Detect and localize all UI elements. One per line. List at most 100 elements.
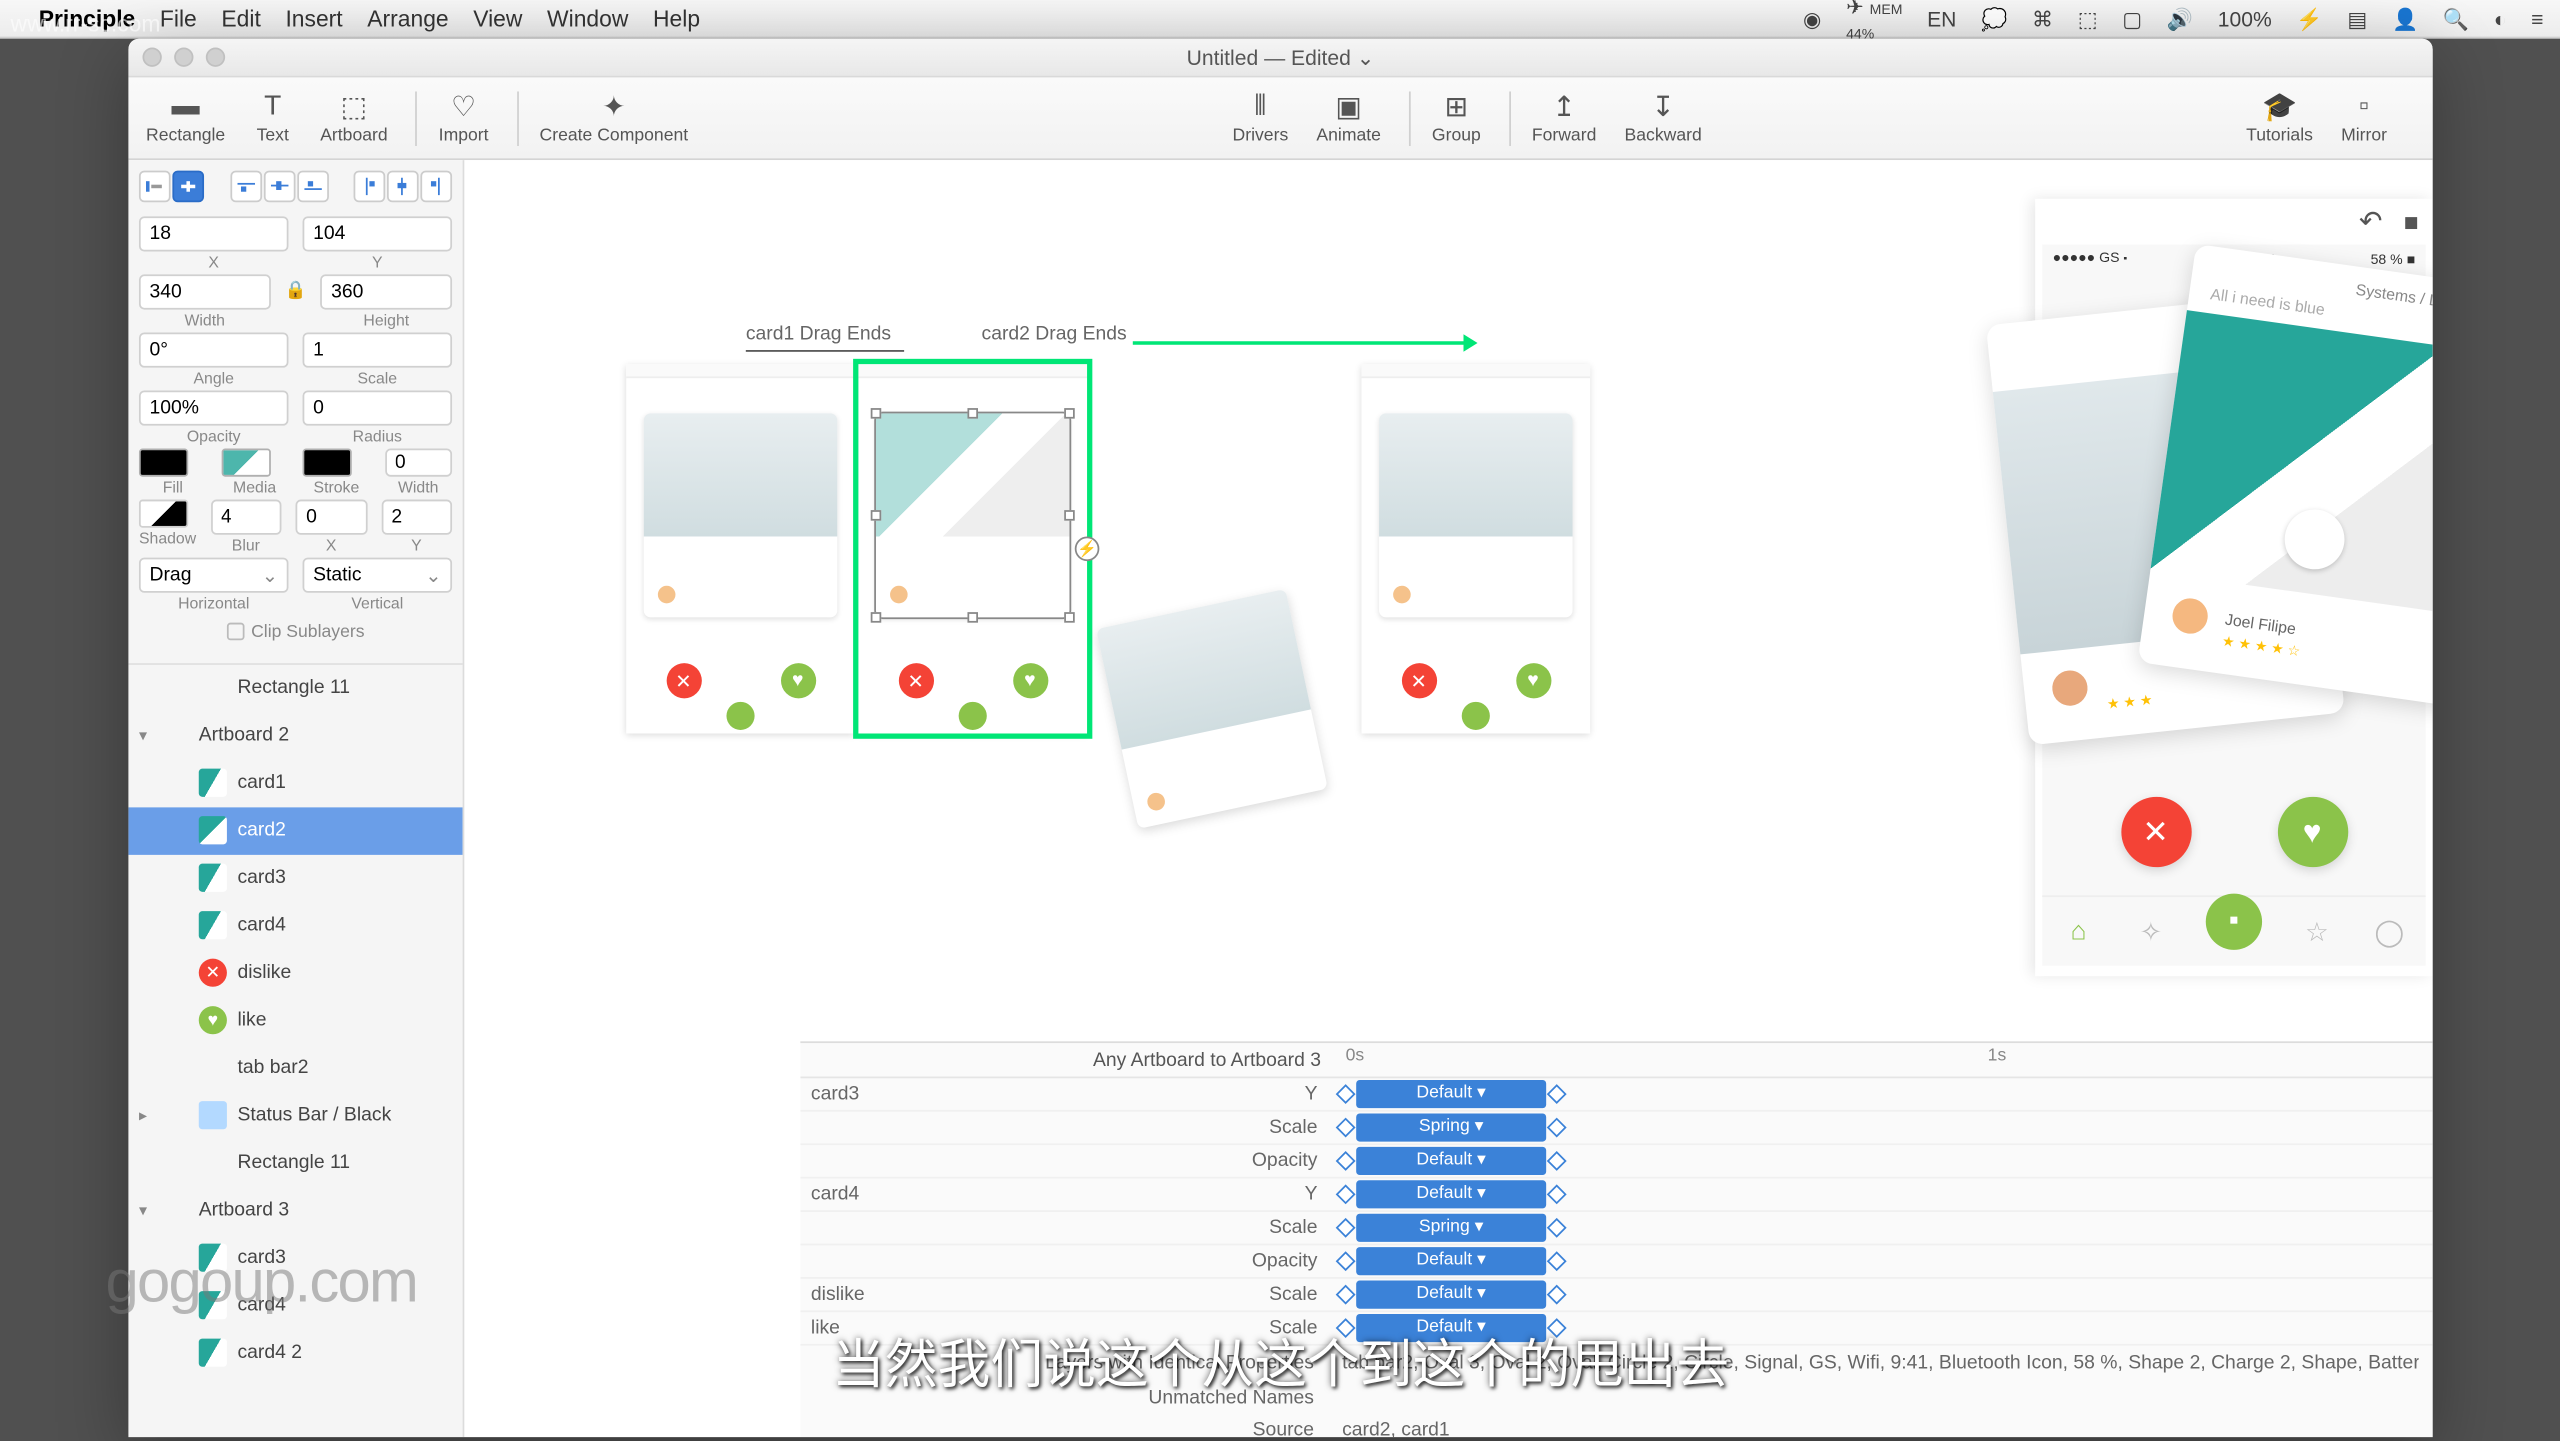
layer-row[interactable]: card2 <box>128 807 462 854</box>
layer-row[interactable]: card1 <box>128 760 462 807</box>
align-distribute-group[interactable] <box>230 171 329 203</box>
tab-home-icon[interactable]: ⌂ <box>2061 914 2096 949</box>
layer-row[interactable]: ▸Status Bar / Black <box>128 1092 462 1139</box>
menu-file[interactable]: File <box>160 5 197 31</box>
tab-explore-icon[interactable]: ✧ <box>2133 914 2168 949</box>
tool-text[interactable]: TText <box>253 91 292 146</box>
record-icon[interactable]: ◉ <box>1803 6 1821 31</box>
watermark-url: www.rr-sc.com <box>11 11 161 37</box>
timeline-ruler[interactable]: 0s 1s 2s <box>1346 1043 2433 1076</box>
preview-device[interactable]: ●●●●● GS ⬝ 9:41 AM 58 % ■ ★ ★ ★ Systems … <box>2042 245 2425 966</box>
preview-panel: ↶ ■ ●●●●● GS ⬝ 9:41 AM 58 % ■ ★ ★ ★ <box>2035 199 2433 976</box>
artboard-1[interactable]: ✕♥ <box>626 364 855 733</box>
tool-tutorials[interactable]: 🎓Tutorials <box>2246 91 2313 146</box>
input-opacity[interactable] <box>139 390 289 425</box>
input-shadow-x[interactable] <box>296 500 367 535</box>
pv-like-button[interactable]: ♥ <box>2277 797 2347 867</box>
input-angle[interactable] <box>139 332 289 367</box>
input-radius[interactable] <box>303 390 453 425</box>
timeline-row[interactable]: OpacityDefault ▾ <box>800 1245 2432 1278</box>
timeline-row[interactable]: card3YDefault ▾ <box>800 1078 2432 1111</box>
input-shadow-y[interactable] <box>381 500 452 535</box>
layer-row[interactable]: tab bar2 <box>128 1045 462 1092</box>
layer-row[interactable]: ♥like <box>128 997 462 1044</box>
menu-insert[interactable]: Insert <box>285 5 342 31</box>
layer-row[interactable]: ▾Artboard 3 <box>128 1187 462 1234</box>
wifi-icon[interactable]: ⬚ <box>2078 6 2098 31</box>
input-height[interactable] <box>321 274 453 309</box>
siri-icon[interactable]: ◐ <box>2494 6 2507 31</box>
tool-create-component[interactable]: ✦Create Component <box>517 91 689 146</box>
tool-rectangle[interactable]: ▬Rectangle <box>146 91 225 146</box>
mem-indicator[interactable]: ✈ MEM44% <box>1846 0 1902 43</box>
artboard-3[interactable]: ✕♥ <box>1361 364 1590 733</box>
media-swatch[interactable] <box>221 449 270 477</box>
pv-dislike-button[interactable]: ✕ <box>2120 797 2190 867</box>
selected-card2[interactable] <box>876 413 1069 617</box>
menu-arrange[interactable]: Arrange <box>367 5 448 31</box>
input-y[interactable] <box>303 216 453 251</box>
lightning-icon[interactable]: ⚡ <box>1075 536 1100 561</box>
tool-group[interactable]: ⊞Group <box>1409 91 1481 146</box>
layer-row[interactable]: card3 <box>128 855 462 902</box>
notification-icon[interactable]: ≡ <box>2531 6 2543 31</box>
timeline-row[interactable]: dislikeScaleDefault ▾ <box>800 1279 2432 1312</box>
volume-icon[interactable]: 🔊 <box>2167 6 2193 31</box>
cloud-icon[interactable]: 💭 <box>1981 6 2007 31</box>
floating-card[interactable] <box>1096 589 1328 829</box>
tool-artboard[interactable]: ⬚Artboard <box>320 91 387 146</box>
arrowhead-icon <box>1463 334 1477 352</box>
display-icon[interactable]: ▢ <box>2122 6 2142 31</box>
tray-icon-1[interactable]: ▤ <box>2347 6 2367 31</box>
tool-mirror[interactable]: ▫Mirror <box>2341 91 2387 146</box>
record-icon[interactable]: ■ <box>2404 208 2419 236</box>
input-x[interactable] <box>139 216 289 251</box>
tool-import[interactable]: ♡Import <box>416 91 489 146</box>
stroke-swatch[interactable] <box>303 449 352 477</box>
layer-row[interactable]: ▾Artboard 2 <box>128 712 462 759</box>
timeline-row[interactable]: ScaleSpring ▾ <box>800 1212 2432 1245</box>
window-title: Untitled — Edited ⌄ <box>1187 45 1375 70</box>
align-vertical-group[interactable] <box>354 171 453 203</box>
layer-row[interactable]: card4 <box>128 902 462 949</box>
timeline-row[interactable]: card4YDefault ▾ <box>800 1179 2432 1212</box>
fill-swatch[interactable] <box>139 449 188 477</box>
layer-row[interactable]: Rectangle 11 <box>128 1140 462 1187</box>
shadow-swatch[interactable] <box>139 500 188 528</box>
align-horizontal-group[interactable] <box>139 171 204 203</box>
bt-icon[interactable]: ⌘ <box>2032 6 2053 31</box>
select-horizontal[interactable]: Drag <box>139 558 289 593</box>
tab-profile-icon[interactable]: ◯ <box>2372 914 2407 949</box>
tool-drivers[interactable]: ⦀Drivers <box>1233 91 1289 146</box>
menu-help[interactable]: Help <box>653 5 700 31</box>
input-stroke-width[interactable] <box>384 449 452 477</box>
select-vertical[interactable]: Static <box>303 558 453 593</box>
user-icon[interactable]: 👤 <box>2392 6 2418 31</box>
tab-star-icon[interactable]: ☆ <box>2299 914 2334 949</box>
menu-edit[interactable]: Edit <box>221 5 260 31</box>
input-blur[interactable] <box>210 500 281 535</box>
layer-row[interactable]: Rectangle 11 <box>128 665 462 712</box>
rewind-icon[interactable]: ↶ <box>2359 204 2383 239</box>
menu-view[interactable]: View <box>473 5 522 31</box>
tool-forward[interactable]: ↥Forward <box>1509 91 1596 146</box>
artboard-2[interactable]: ⚡ ✕♥ <box>858 364 1087 733</box>
tool-backward[interactable]: ↧Backward <box>1625 91 1702 146</box>
tab-video-icon[interactable]: ▪ <box>2206 893 2262 949</box>
canvas[interactable]: card1 Drag Ends card2 Drag Ends ✕♥ <box>464 160 2432 1437</box>
input-width[interactable] <box>139 274 271 309</box>
layer-row[interactable]: card4 2 <box>128 1330 462 1377</box>
lock-aspect-icon[interactable]: 🔒 <box>285 274 307 300</box>
tool-animate[interactable]: ▣Animate <box>1316 91 1381 146</box>
search-icon[interactable]: 🔍 <box>2443 6 2469 31</box>
dislike-icon: ✕ <box>666 663 701 698</box>
menu-window[interactable]: Window <box>547 5 628 31</box>
lang-indicator[interactable]: EN <box>1927 6 1956 31</box>
battery-indicator[interactable]: 100% <box>2218 6 2272 31</box>
traffic-lights[interactable] <box>142 47 225 66</box>
clip-sublayers[interactable]: Clip Sublayers <box>139 623 452 642</box>
input-scale[interactable] <box>303 332 453 367</box>
layer-row[interactable]: ✕dislike <box>128 950 462 997</box>
timeline-row[interactable]: ScaleSpring ▾ <box>800 1112 2432 1145</box>
timeline-row[interactable]: OpacityDefault ▾ <box>800 1145 2432 1178</box>
